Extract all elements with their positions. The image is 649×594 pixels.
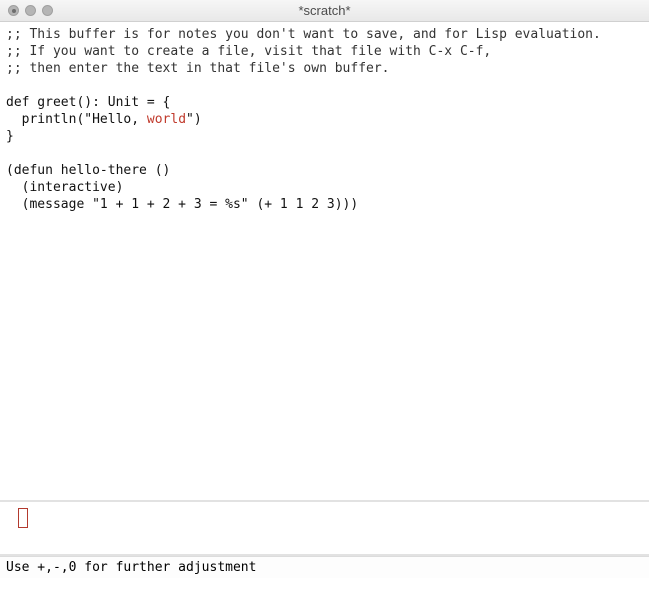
editor-buffer[interactable]: ;; This buffer is for notes you don't wa… <box>0 22 649 500</box>
close-icon[interactable] <box>8 5 19 16</box>
buffer-line: println("Hello, world") <box>6 111 643 128</box>
echo-area: Use +,-,0 for further adjustment <box>0 556 649 578</box>
buffer-line: def greet(): Unit = { <box>6 94 643 111</box>
window-title: *scratch* <box>0 3 649 18</box>
window-controls <box>8 5 53 16</box>
buffer-line <box>6 145 643 162</box>
window-titlebar: *scratch* <box>0 0 649 22</box>
echo-message: Use +,-,0 for further adjustment <box>6 560 256 575</box>
buffer-line: } <box>6 128 643 145</box>
buffer-line <box>6 77 643 94</box>
syntax-error-token: world <box>147 112 186 127</box>
buffer-line: ;; If you want to create a file, visit t… <box>6 43 643 60</box>
buffer-line: (message "1 + 1 + 2 + 3 = %s" (+ 1 1 2 3… <box>6 196 643 213</box>
buffer-line: (interactive) <box>6 179 643 196</box>
buffer-line: (defun hello-there () <box>6 162 643 179</box>
secondary-window[interactable] <box>0 502 649 554</box>
zoom-icon[interactable] <box>42 5 53 16</box>
minimize-icon[interactable] <box>25 5 36 16</box>
cursor-icon <box>18 508 28 528</box>
buffer-line: ;; This buffer is for notes you don't wa… <box>6 26 643 43</box>
buffer-line: ;; then enter the text in that file's ow… <box>6 60 643 77</box>
